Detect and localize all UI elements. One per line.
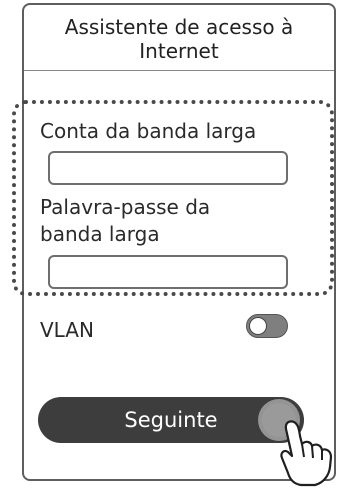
broadband-password-label: Palavra-passe da banda larga xyxy=(40,195,211,246)
next-button-label: Seguinte xyxy=(124,408,218,432)
page-title: Assistente de acesso à Internet xyxy=(64,15,294,63)
hand-pointer-icon xyxy=(280,420,333,487)
broadband-account-label: Conta da banda larga xyxy=(40,119,257,143)
screen-header: Assistente de acesso à Internet xyxy=(24,5,334,71)
toggle-knob xyxy=(249,317,267,335)
broadband-account-input[interactable] xyxy=(48,151,288,185)
broadband-password-input[interactable] xyxy=(48,255,288,289)
vlan-label: VLAN xyxy=(40,318,94,342)
vlan-toggle-icon[interactable] xyxy=(246,314,288,338)
